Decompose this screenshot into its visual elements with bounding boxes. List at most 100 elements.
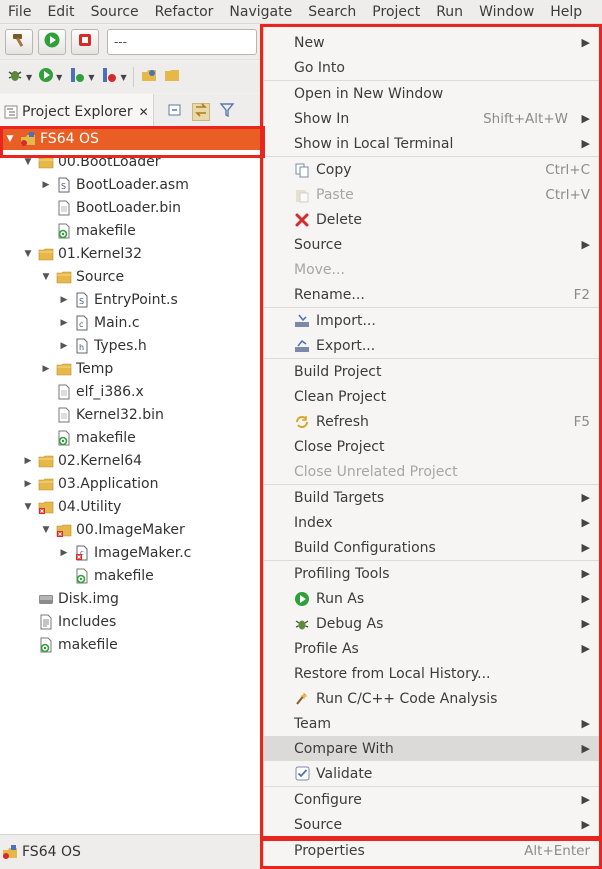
collapse-all-button[interactable] [166, 103, 184, 121]
menu-item-show-in[interactable]: Show In Shift+Alt+W ▶ [264, 106, 600, 131]
collapse-toggle-icon[interactable]: ▶ [22, 479, 34, 489]
menu-item-rename[interactable]: Rename... F2 [264, 282, 600, 307]
collapse-toggle-icon[interactable]: ▶ [22, 456, 34, 466]
menu-item-go-into[interactable]: Go Into [264, 55, 600, 80]
tab-project-explorer[interactable]: Project Explorer ✕ [0, 93, 154, 130]
stop-button[interactable] [71, 29, 99, 55]
menu-item-export[interactable]: Export... [264, 333, 600, 358]
chevron-down-icon[interactable]: ▼ [120, 73, 126, 82]
tree-item[interactable]: makefile [0, 633, 262, 656]
menu-item-refresh[interactable]: Refresh F5 [264, 409, 600, 434]
build-button[interactable] [5, 29, 33, 55]
chevron-down-icon[interactable]: ▼ [26, 73, 32, 82]
tree-item[interactable]: BootLoader.bin [0, 196, 262, 219]
run-toolbar-button[interactable]: ▼ [38, 67, 62, 87]
tree-item[interactable]: ▶ h Types.h [0, 334, 262, 357]
tree-item[interactable]: ▼ FS64 OS [0, 127, 262, 150]
tree-item[interactable]: ▼ 00.ImageMaker [0, 518, 262, 541]
menu-help[interactable]: Help [542, 4, 590, 20]
new-project-button[interactable] [140, 66, 158, 88]
collapse-toggle-icon[interactable]: ▶ [58, 295, 70, 305]
open-folder-button[interactable] [164, 67, 180, 87]
menu-item-build-targets[interactable]: Build Targets ▶ [264, 485, 600, 510]
collapse-toggle-icon[interactable]: ▶ [58, 548, 70, 558]
collapse-toggle-icon[interactable]: ▶ [40, 364, 52, 374]
menu-item-team[interactable]: Team ▶ [264, 711, 600, 736]
menu-edit[interactable]: Edit [39, 4, 82, 20]
menu-item-show-in-local-terminal[interactable]: Show in Local Terminal ▶ [264, 131, 600, 156]
menu-item-properties[interactable]: Properties Alt+Enter [264, 838, 600, 863]
collapse-toggle-icon[interactable]: ▶ [40, 180, 52, 190]
menu-item-source[interactable]: Source ▶ [264, 232, 600, 257]
menu-item-build-project[interactable]: Build Project [264, 359, 600, 384]
filter-button[interactable] [218, 102, 236, 121]
tree-item[interactable]: ▶ S BootLoader.asm [0, 173, 262, 196]
tree-item[interactable]: ▶ c Main.c [0, 311, 262, 334]
launch-configuration-combo[interactable]: --- [107, 29, 257, 55]
tree-item[interactable]: ▶ S EntryPoint.s [0, 288, 262, 311]
expand-toggle-icon[interactable]: ▼ [22, 157, 34, 167]
menu-item-clean-project[interactable]: Clean Project [264, 384, 600, 409]
tree-item[interactable]: makefile [0, 219, 262, 242]
menu-search[interactable]: Search [300, 4, 364, 20]
expand-toggle-icon[interactable]: ▼ [40, 525, 52, 535]
menu-project[interactable]: Project [364, 4, 428, 20]
menu-item-open-in-new-window[interactable]: Open in New Window [264, 81, 600, 106]
tree-item[interactable]: ▼ Source [0, 265, 262, 288]
chevron-down-icon[interactable]: ▼ [88, 73, 94, 82]
tree-item[interactable]: ▶ c ImageMaker.c [0, 541, 262, 564]
menu-item-profiling-tools[interactable]: Profiling Tools ▶ [264, 561, 600, 586]
chevron-down-icon[interactable]: ▼ [56, 73, 62, 82]
tree-item[interactable]: ▼ 01.Kernel32 [0, 242, 262, 265]
expand-toggle-icon[interactable]: ▼ [4, 134, 16, 144]
menu-navigate[interactable]: Navigate [221, 4, 300, 20]
link-with-editor-button[interactable] [191, 102, 210, 121]
menu-item-configure[interactable]: Configure ▶ [264, 787, 600, 812]
collapse-toggle-icon[interactable]: ▶ [58, 318, 70, 328]
menu-item-delete[interactable]: Delete [264, 207, 600, 232]
menu-item-source[interactable]: Source ▶ [264, 812, 600, 837]
menu-item-new[interactable]: New ▶ [264, 30, 600, 55]
menu-item-run-c-c-code-analysis[interactable]: Run C/C++ Code Analysis [264, 686, 600, 711]
menu-file[interactable]: File [0, 4, 39, 20]
coverage-toolbar-button[interactable]: ▼ [68, 66, 94, 88]
menu-item-run-as[interactable]: Run As ▶ [264, 586, 600, 611]
tree-item[interactable]: ▼ 00.BootLoader [0, 150, 262, 173]
menu-item-close-unrelated-project[interactable]: Close Unrelated Project [264, 459, 600, 484]
tree-item[interactable]: makefile [0, 426, 262, 449]
menu-item-import[interactable]: Import... [264, 308, 600, 333]
menu-item-profile-as[interactable]: Profile As ▶ [264, 636, 600, 661]
menu-window[interactable]: Window [471, 4, 542, 20]
expand-toggle-icon[interactable]: ▼ [40, 272, 52, 282]
tree-item[interactable]: ▶ Temp [0, 357, 262, 380]
menu-item-validate[interactable]: Validate [264, 761, 600, 786]
menu-item-copy[interactable]: Copy Ctrl+C [264, 157, 600, 182]
menu-source[interactable]: Source [83, 4, 147, 20]
tree-item[interactable]: ▼ 04.Utility [0, 495, 262, 518]
menu-item-debug-as[interactable]: Debug As ▶ [264, 611, 600, 636]
status-label: FS64 OS [22, 844, 81, 860]
menu-refactor[interactable]: Refactor [147, 4, 222, 20]
tree-item[interactable]: ▶ 02.Kernel64 [0, 449, 262, 472]
menu-run[interactable]: Run [428, 4, 471, 20]
expand-toggle-icon[interactable]: ▼ [22, 249, 34, 259]
debug-toolbar-button[interactable]: ▼ [6, 66, 32, 88]
collapse-toggle-icon[interactable]: ▶ [58, 341, 70, 351]
tree-item[interactable]: makefile [0, 564, 262, 587]
menu-item-compare-with[interactable]: Compare With ▶ [264, 736, 600, 761]
tree-item[interactable]: Disk.img [0, 587, 262, 610]
menu-item-index[interactable]: Index ▶ [264, 510, 600, 535]
close-icon[interactable]: ✕ [139, 105, 149, 119]
expand-toggle-icon[interactable]: ▼ [22, 502, 34, 512]
external-tools-button[interactable]: ▼ [100, 66, 127, 88]
tree-item[interactable]: ▶ 03.Application [0, 472, 262, 495]
tree-item[interactable]: elf_i386.x [0, 380, 262, 403]
menu-item-build-configurations[interactable]: Build Configurations ▶ [264, 535, 600, 560]
tree-item[interactable]: Kernel32.bin [0, 403, 262, 426]
menu-item-paste[interactable]: Paste Ctrl+V [264, 182, 600, 207]
menu-item-restore-from-local-history[interactable]: Restore from Local History... [264, 661, 600, 686]
launch-button[interactable] [38, 29, 66, 55]
menu-item-close-project[interactable]: Close Project [264, 434, 600, 459]
tree-item[interactable]: Includes [0, 610, 262, 633]
menu-item-move[interactable]: Move... [264, 257, 600, 282]
